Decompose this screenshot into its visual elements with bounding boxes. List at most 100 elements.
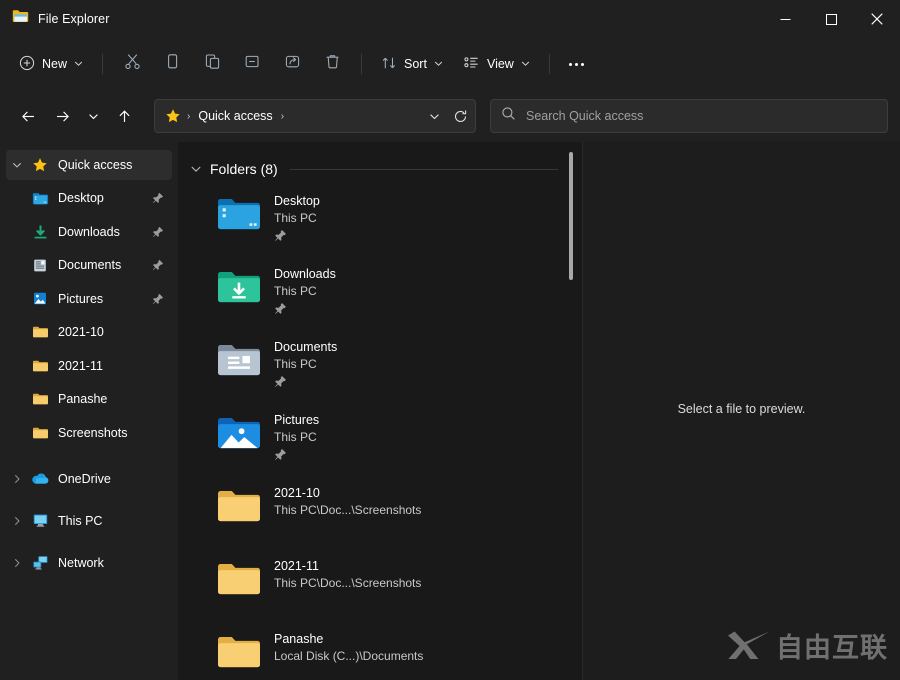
- list-item-meta: 2021-10 This PC\Doc...\Screenshots: [274, 482, 421, 519]
- chevron-right-icon[interactable]: [6, 516, 28, 526]
- delete-button[interactable]: [313, 48, 351, 80]
- list-item[interactable]: 2021-10 This PC\Doc...\Screenshots: [186, 476, 568, 549]
- watermark-text: 自由互联: [776, 633, 888, 664]
- list-item-subtitle: This PC: [274, 284, 317, 298]
- list-item[interactable]: Downloads This PC: [186, 257, 568, 330]
- pin-icon: [274, 302, 336, 320]
- share-button[interactable]: [273, 48, 311, 80]
- list-item[interactable]: Pictures This PC: [186, 403, 568, 476]
- list-item-meta: Documents This PC: [274, 336, 337, 393]
- maximize-button[interactable]: [808, 0, 854, 38]
- minimize-button[interactable]: [762, 0, 808, 38]
- recent-locations-button[interactable]: [80, 100, 106, 132]
- folder-icon: [216, 630, 262, 676]
- list-item[interactable]: Panashe Local Disk (C...)\Documents: [186, 622, 568, 680]
- desktop-folder-icon: [28, 191, 52, 206]
- chevron-right-icon[interactable]: [6, 558, 28, 568]
- sidebar-item-label: Panashe: [58, 392, 108, 406]
- up-button[interactable]: [108, 100, 140, 132]
- folder-tile-list: Desktop This PC Downloads This PC Docume…: [178, 180, 582, 680]
- documents-folder-icon: [216, 338, 262, 384]
- title-bar-left: File Explorer: [0, 9, 109, 29]
- copy-icon: [164, 53, 181, 75]
- new-button[interactable]: New: [12, 48, 92, 80]
- sidebar-item-quick-access[interactable]: Quick access: [6, 149, 172, 180]
- sidebar-item-downloads[interactable]: Downloads: [6, 217, 172, 247]
- star-icon[interactable]: [163, 108, 183, 124]
- forward-button[interactable]: [46, 100, 78, 132]
- plus-circle-icon: [19, 55, 35, 74]
- sidebar-item-label: 2021-10: [58, 325, 104, 339]
- rename-icon: [244, 53, 261, 75]
- list-item-name: Downloads: [274, 267, 336, 281]
- chevron-down-icon: [74, 57, 83, 71]
- title-bar: File Explorer: [0, 0, 900, 38]
- copy-button[interactable]: [153, 48, 191, 80]
- search-input[interactable]: Search Quick access: [526, 109, 643, 123]
- sidebar-item-label: Screenshots: [58, 425, 128, 440]
- sort-button-label: Sort: [404, 57, 427, 71]
- folder-icon: [12, 9, 29, 29]
- downloads-icon: [28, 224, 52, 240]
- breadcrumb-path[interactable]: Quick access: [194, 107, 276, 125]
- pictures-folder-icon: [216, 411, 262, 457]
- desktop-folder-icon: [216, 192, 262, 238]
- vertical-scrollbar[interactable]: [566, 152, 576, 676]
- list-item[interactable]: Documents This PC: [186, 330, 568, 403]
- search-box[interactable]: Search Quick access: [490, 99, 888, 133]
- paste-button[interactable]: [193, 48, 231, 80]
- breadcrumb-separator[interactable]: ›: [279, 111, 286, 122]
- main-body: Quick access Desktop Downloads Documents…: [0, 142, 900, 680]
- view-list-icon: [463, 54, 480, 74]
- chevron-right-icon[interactable]: [6, 474, 28, 484]
- chevron-down-icon[interactable]: [190, 163, 202, 175]
- pin-icon[interactable]: [150, 293, 166, 305]
- sidebar-item-this-pc[interactable]: This PC: [6, 506, 172, 536]
- pictures-icon: [28, 291, 52, 306]
- chevron-down-icon: [434, 57, 443, 71]
- list-item[interactable]: 2021-11 This PC\Doc...\Screenshots: [186, 549, 568, 622]
- pin-icon[interactable]: [150, 226, 166, 238]
- folders-group-header[interactable]: Folders (8): [178, 142, 582, 180]
- list-item-subtitle: This PC\Doc...\Screenshots: [274, 576, 422, 590]
- address-dropdown-button[interactable]: [421, 102, 447, 130]
- folder-icon: [28, 392, 52, 406]
- rename-button[interactable]: [233, 48, 271, 80]
- sidebar-item-pictures[interactable]: Pictures: [6, 284, 172, 314]
- file-explorer-window: File Explorer New Sort View › Quick acce…: [0, 0, 900, 680]
- refresh-button[interactable]: [447, 102, 473, 130]
- share-icon: [284, 53, 301, 75]
- sidebar-item-desktop[interactable]: Desktop: [6, 183, 172, 213]
- sidebar-item-label: Network: [58, 555, 104, 570]
- list-item[interactable]: Desktop This PC: [186, 184, 568, 257]
- pin-icon[interactable]: [150, 259, 166, 271]
- watermark: 自由互联: [726, 629, 888, 668]
- file-list-pane: Folders (8) Desktop This PC Downloads Th…: [178, 142, 582, 680]
- sidebar-item-2021-10[interactable]: 2021-10: [6, 317, 172, 347]
- sidebar-item-panashe[interactable]: Panashe: [6, 384, 172, 414]
- pin-icon: [274, 448, 319, 466]
- address-bar[interactable]: › Quick access ›: [154, 99, 476, 133]
- scrollbar-thumb[interactable]: [569, 152, 573, 280]
- pin-icon[interactable]: [150, 192, 166, 204]
- view-button[interactable]: View: [454, 48, 539, 80]
- cut-button[interactable]: [113, 48, 151, 80]
- command-bar: New Sort View: [0, 38, 900, 90]
- sidebar-item-network[interactable]: Network: [6, 548, 172, 578]
- sidebar-item-screenshots[interactable]: Screenshots: [6, 418, 172, 448]
- chevron-down-icon: [521, 57, 530, 71]
- sidebar-item-onedrive[interactable]: OneDrive: [6, 464, 172, 494]
- sidebar-item-label: Downloads: [58, 224, 120, 239]
- list-item-name: Documents: [274, 340, 338, 354]
- view-button-label: View: [486, 57, 514, 71]
- sort-button[interactable]: Sort: [372, 48, 452, 80]
- chevron-down-icon[interactable]: [6, 160, 28, 170]
- navigation-bar: › Quick access › Search Quick access: [0, 90, 900, 142]
- sidebar-item-documents[interactable]: Documents: [6, 250, 172, 280]
- back-button[interactable]: [12, 100, 44, 132]
- see-more-button[interactable]: [560, 48, 594, 80]
- ellipsis-dot: [581, 62, 585, 66]
- sidebar-item-2021-11[interactable]: 2021-11: [6, 351, 172, 381]
- close-button[interactable]: [854, 0, 900, 38]
- trash-icon: [324, 53, 341, 75]
